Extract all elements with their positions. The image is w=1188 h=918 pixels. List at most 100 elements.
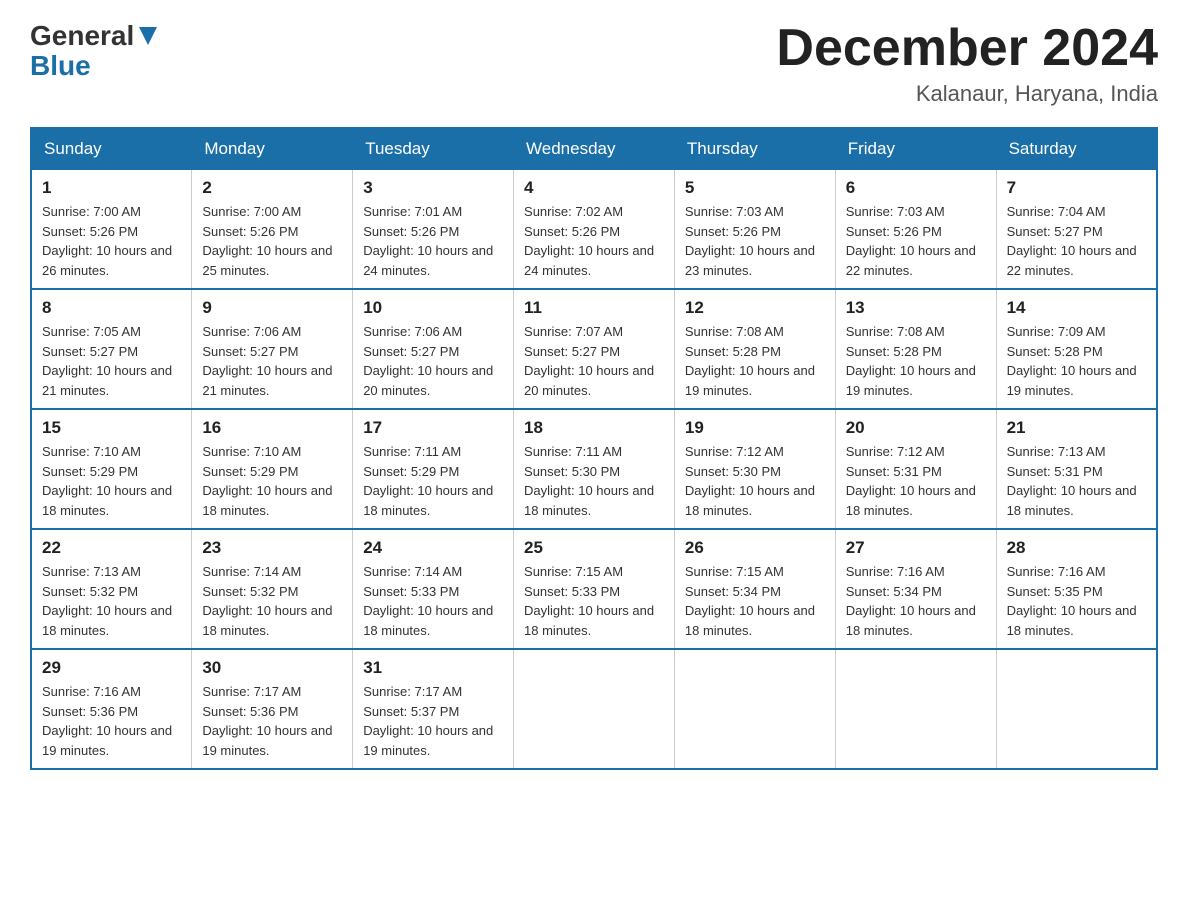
- sunrise-label: Sunrise: 7:03 AM: [685, 204, 784, 219]
- sunset-label: Sunset: 5:32 PM: [202, 584, 298, 599]
- daylight-label: Daylight: 10 hours and 24 minutes.: [524, 243, 654, 278]
- sunset-label: Sunset: 5:30 PM: [685, 464, 781, 479]
- day-info: Sunrise: 7:08 AM Sunset: 5:28 PM Dayligh…: [846, 322, 986, 400]
- day-info: Sunrise: 7:06 AM Sunset: 5:27 PM Dayligh…: [363, 322, 503, 400]
- daylight-label: Daylight: 10 hours and 18 minutes.: [524, 483, 654, 518]
- calendar-cell: 5 Sunrise: 7:03 AM Sunset: 5:26 PM Dayli…: [674, 170, 835, 290]
- calendar-cell: 28 Sunrise: 7:16 AM Sunset: 5:35 PM Dayl…: [996, 529, 1157, 649]
- day-number: 11: [524, 298, 664, 318]
- calendar-cell: 3 Sunrise: 7:01 AM Sunset: 5:26 PM Dayli…: [353, 170, 514, 290]
- sunrise-label: Sunrise: 7:06 AM: [363, 324, 462, 339]
- calendar-cell: 10 Sunrise: 7:06 AM Sunset: 5:27 PM Dayl…: [353, 289, 514, 409]
- sunrise-label: Sunrise: 7:17 AM: [363, 684, 462, 699]
- sunrise-label: Sunrise: 7:04 AM: [1007, 204, 1106, 219]
- sunset-label: Sunset: 5:28 PM: [846, 344, 942, 359]
- title-section: December 2024 Kalanaur, Haryana, India: [776, 20, 1158, 107]
- day-number: 19: [685, 418, 825, 438]
- calendar-cell: 19 Sunrise: 7:12 AM Sunset: 5:30 PM Dayl…: [674, 409, 835, 529]
- daylight-label: Daylight: 10 hours and 18 minutes.: [42, 483, 172, 518]
- daylight-label: Daylight: 10 hours and 18 minutes.: [685, 483, 815, 518]
- sunrise-label: Sunrise: 7:14 AM: [363, 564, 462, 579]
- calendar-week-1: 1 Sunrise: 7:00 AM Sunset: 5:26 PM Dayli…: [31, 170, 1157, 290]
- sunset-label: Sunset: 5:34 PM: [846, 584, 942, 599]
- sunrise-label: Sunrise: 7:07 AM: [524, 324, 623, 339]
- calendar-week-5: 29 Sunrise: 7:16 AM Sunset: 5:36 PM Dayl…: [31, 649, 1157, 769]
- day-number: 7: [1007, 178, 1146, 198]
- day-info: Sunrise: 7:02 AM Sunset: 5:26 PM Dayligh…: [524, 202, 664, 280]
- sunrise-label: Sunrise: 7:16 AM: [42, 684, 141, 699]
- day-info: Sunrise: 7:01 AM Sunset: 5:26 PM Dayligh…: [363, 202, 503, 280]
- daylight-label: Daylight: 10 hours and 18 minutes.: [202, 483, 332, 518]
- day-info: Sunrise: 7:06 AM Sunset: 5:27 PM Dayligh…: [202, 322, 342, 400]
- logo-blue-text: Blue: [30, 52, 91, 80]
- day-info: Sunrise: 7:11 AM Sunset: 5:29 PM Dayligh…: [363, 442, 503, 520]
- calendar-cell: 20 Sunrise: 7:12 AM Sunset: 5:31 PM Dayl…: [835, 409, 996, 529]
- day-info: Sunrise: 7:04 AM Sunset: 5:27 PM Dayligh…: [1007, 202, 1146, 280]
- daylight-label: Daylight: 10 hours and 18 minutes.: [42, 603, 172, 638]
- calendar-cell: 1 Sunrise: 7:00 AM Sunset: 5:26 PM Dayli…: [31, 170, 192, 290]
- day-number: 26: [685, 538, 825, 558]
- day-number: 4: [524, 178, 664, 198]
- sunset-label: Sunset: 5:27 PM: [202, 344, 298, 359]
- daylight-label: Daylight: 10 hours and 18 minutes.: [685, 603, 815, 638]
- sunrise-label: Sunrise: 7:06 AM: [202, 324, 301, 339]
- month-title: December 2024: [776, 20, 1158, 77]
- daylight-label: Daylight: 10 hours and 19 minutes.: [363, 723, 493, 758]
- calendar-cell: 23 Sunrise: 7:14 AM Sunset: 5:32 PM Dayl…: [192, 529, 353, 649]
- sunset-label: Sunset: 5:37 PM: [363, 704, 459, 719]
- daylight-label: Daylight: 10 hours and 23 minutes.: [685, 243, 815, 278]
- sunset-label: Sunset: 5:26 PM: [202, 224, 298, 239]
- day-info: Sunrise: 7:14 AM Sunset: 5:32 PM Dayligh…: [202, 562, 342, 640]
- day-info: Sunrise: 7:17 AM Sunset: 5:36 PM Dayligh…: [202, 682, 342, 760]
- day-number: 24: [363, 538, 503, 558]
- day-info: Sunrise: 7:12 AM Sunset: 5:31 PM Dayligh…: [846, 442, 986, 520]
- page-header: General Blue December 2024 Kalanaur, Har…: [30, 20, 1158, 107]
- sunrise-label: Sunrise: 7:13 AM: [1007, 444, 1106, 459]
- sunset-label: Sunset: 5:31 PM: [1007, 464, 1103, 479]
- day-info: Sunrise: 7:15 AM Sunset: 5:34 PM Dayligh…: [685, 562, 825, 640]
- day-number: 12: [685, 298, 825, 318]
- sunrise-label: Sunrise: 7:14 AM: [202, 564, 301, 579]
- calendar-cell: 25 Sunrise: 7:15 AM Sunset: 5:33 PM Dayl…: [514, 529, 675, 649]
- calendar-cell: 7 Sunrise: 7:04 AM Sunset: 5:27 PM Dayli…: [996, 170, 1157, 290]
- header-monday: Monday: [192, 128, 353, 170]
- day-number: 17: [363, 418, 503, 438]
- daylight-label: Daylight: 10 hours and 19 minutes.: [202, 723, 332, 758]
- calendar-cell: [996, 649, 1157, 769]
- day-info: Sunrise: 7:07 AM Sunset: 5:27 PM Dayligh…: [524, 322, 664, 400]
- daylight-label: Daylight: 10 hours and 18 minutes.: [846, 483, 976, 518]
- calendar-week-4: 22 Sunrise: 7:13 AM Sunset: 5:32 PM Dayl…: [31, 529, 1157, 649]
- sunset-label: Sunset: 5:36 PM: [42, 704, 138, 719]
- day-number: 28: [1007, 538, 1146, 558]
- sunset-label: Sunset: 5:31 PM: [846, 464, 942, 479]
- day-number: 21: [1007, 418, 1146, 438]
- day-number: 2: [202, 178, 342, 198]
- daylight-label: Daylight: 10 hours and 19 minutes.: [846, 363, 976, 398]
- calendar-cell: 30 Sunrise: 7:17 AM Sunset: 5:36 PM Dayl…: [192, 649, 353, 769]
- sunrise-label: Sunrise: 7:12 AM: [846, 444, 945, 459]
- sunset-label: Sunset: 5:27 PM: [1007, 224, 1103, 239]
- sunset-label: Sunset: 5:34 PM: [685, 584, 781, 599]
- daylight-label: Daylight: 10 hours and 18 minutes.: [1007, 603, 1137, 638]
- day-info: Sunrise: 7:10 AM Sunset: 5:29 PM Dayligh…: [202, 442, 342, 520]
- sunset-label: Sunset: 5:35 PM: [1007, 584, 1103, 599]
- day-info: Sunrise: 7:14 AM Sunset: 5:33 PM Dayligh…: [363, 562, 503, 640]
- sunset-label: Sunset: 5:26 PM: [42, 224, 138, 239]
- calendar-cell: 6 Sunrise: 7:03 AM Sunset: 5:26 PM Dayli…: [835, 170, 996, 290]
- day-number: 5: [685, 178, 825, 198]
- sunset-label: Sunset: 5:26 PM: [524, 224, 620, 239]
- daylight-label: Daylight: 10 hours and 19 minutes.: [42, 723, 172, 758]
- day-info: Sunrise: 7:09 AM Sunset: 5:28 PM Dayligh…: [1007, 322, 1146, 400]
- logo-general-text: General: [30, 20, 134, 52]
- day-info: Sunrise: 7:03 AM Sunset: 5:26 PM Dayligh…: [685, 202, 825, 280]
- day-number: 29: [42, 658, 181, 678]
- sunset-label: Sunset: 5:27 PM: [42, 344, 138, 359]
- sunrise-label: Sunrise: 7:00 AM: [202, 204, 301, 219]
- calendar-cell: 27 Sunrise: 7:16 AM Sunset: 5:34 PM Dayl…: [835, 529, 996, 649]
- day-info: Sunrise: 7:00 AM Sunset: 5:26 PM Dayligh…: [202, 202, 342, 280]
- header-sunday: Sunday: [31, 128, 192, 170]
- header-saturday: Saturday: [996, 128, 1157, 170]
- sunrise-label: Sunrise: 7:15 AM: [524, 564, 623, 579]
- day-number: 15: [42, 418, 181, 438]
- sunset-label: Sunset: 5:28 PM: [685, 344, 781, 359]
